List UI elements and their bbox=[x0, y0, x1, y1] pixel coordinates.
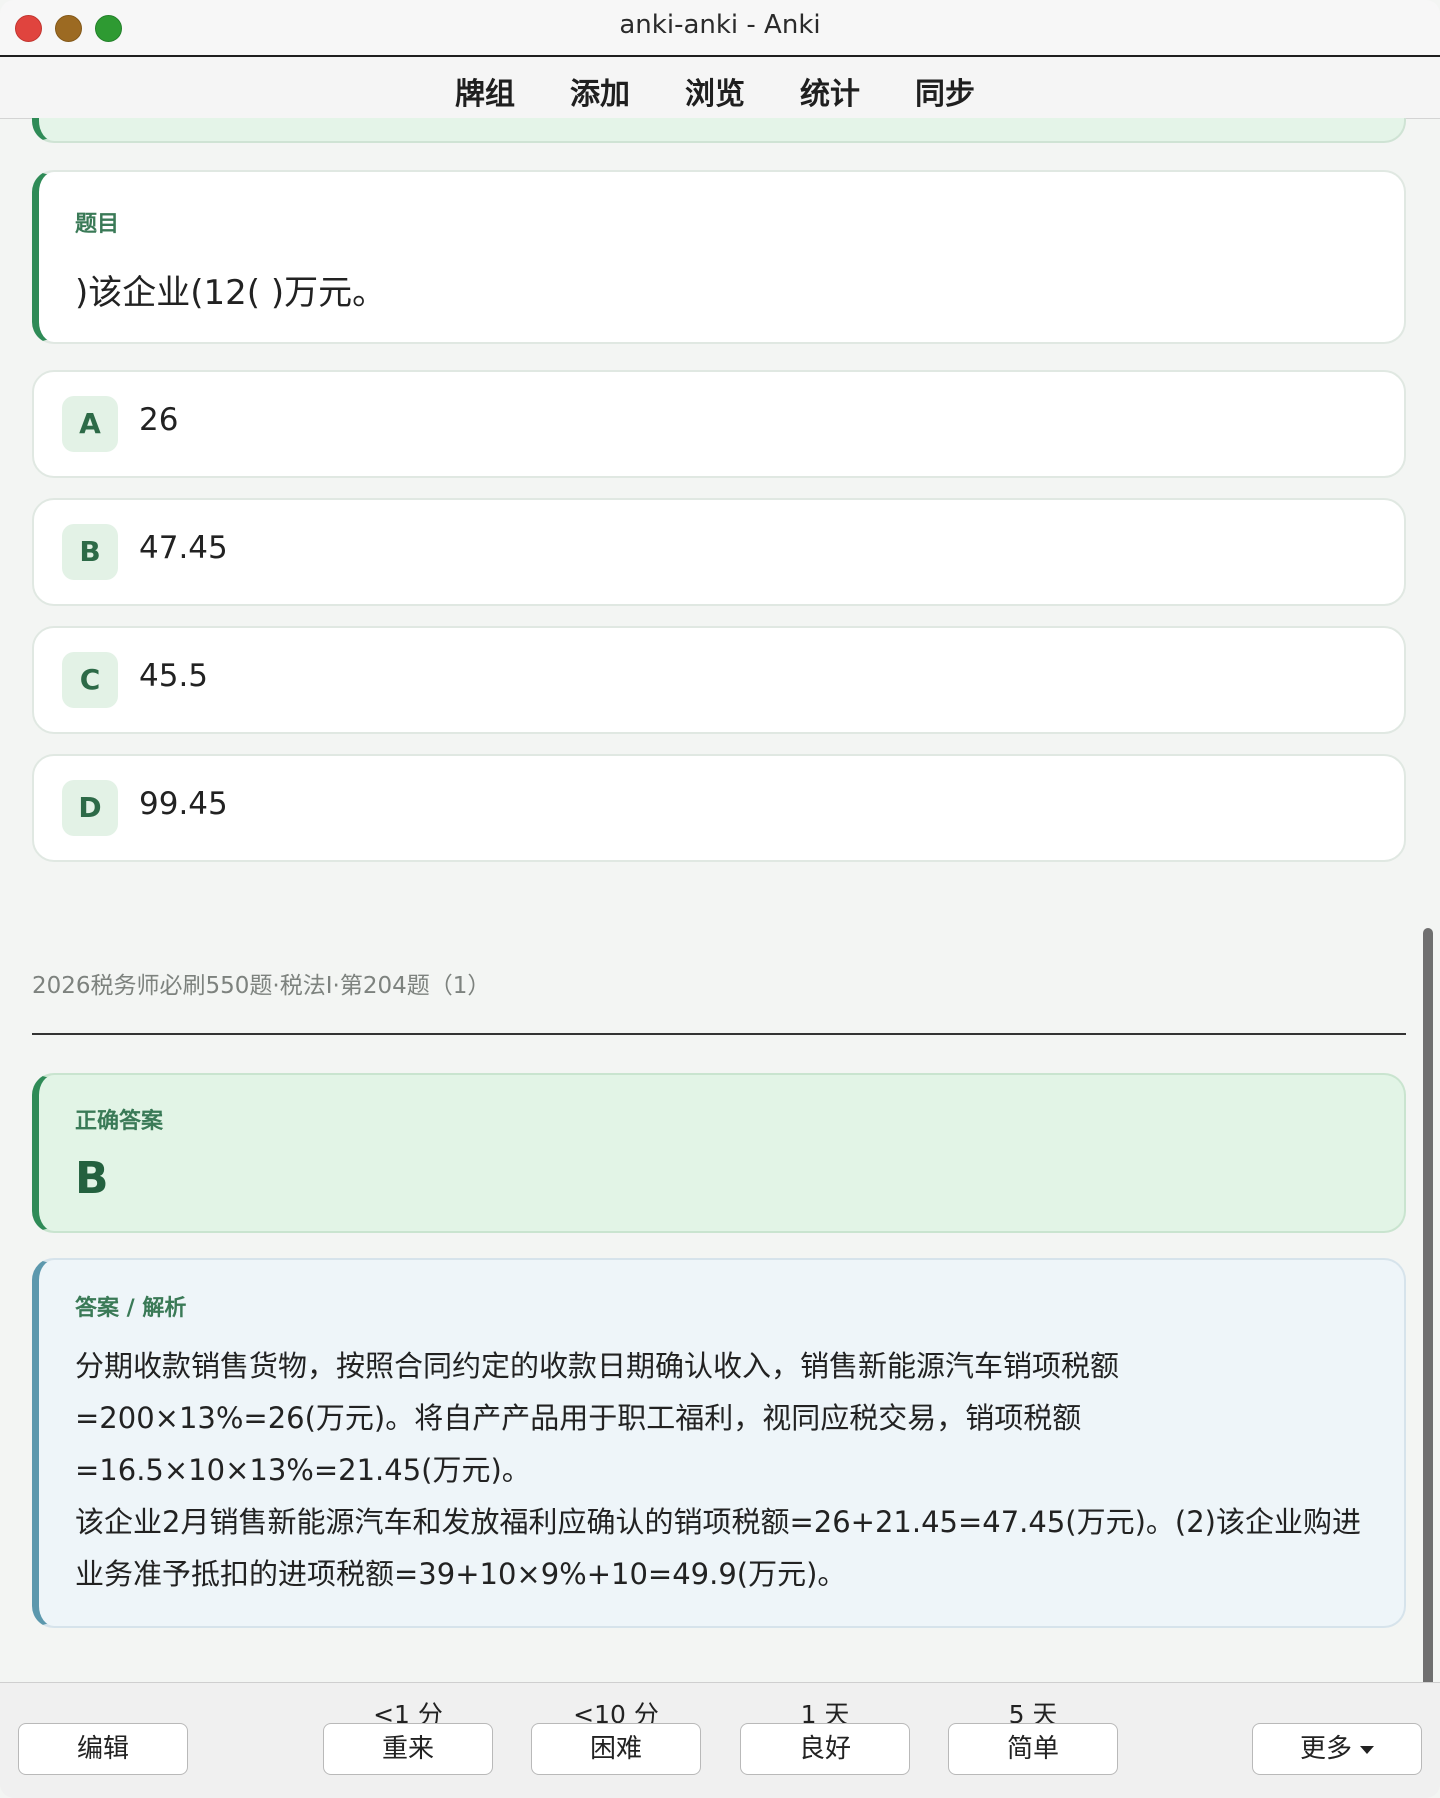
option-a[interactable]: A 26 bbox=[32, 370, 1406, 478]
explanation-card: 答案 / 解析 分期收款销售货物，按照合同约定的收款日期确认收入，销售新能源汽车… bbox=[32, 1258, 1406, 1628]
correct-answer-letter: B bbox=[75, 1153, 109, 1204]
correct-answer-card: 正确答案 B bbox=[32, 1073, 1406, 1233]
toolbar-stats[interactable]: 统计 bbox=[800, 69, 860, 113]
option-b[interactable]: B 47.45 bbox=[32, 498, 1406, 606]
option-value: 99.45 bbox=[139, 786, 228, 822]
again-button[interactable]: 重来 bbox=[323, 1723, 493, 1775]
explanation-line: 业务准予抵扣的进项税额=39+10×9%+10=49.9(万元)。 bbox=[75, 1557, 847, 1591]
card-content[interactable]: 题目 )该企业(12( )万元。 A 26 B 47.45 C 45.5 D 9… bbox=[0, 118, 1440, 1682]
anki-window: anki-anki - Anki 牌组 添加 浏览 统计 同步 题目 )该企业(… bbox=[0, 0, 1440, 1798]
explanation-label: 答案 / 解析 bbox=[75, 1296, 187, 1321]
toolbar-add[interactable]: 添加 bbox=[570, 69, 630, 113]
toolbar-decks[interactable]: 牌组 bbox=[455, 69, 515, 113]
window-title: anki-anki - Anki bbox=[619, 10, 821, 40]
question-source: 2026税务师必刷550题·税法I·第204题（1） bbox=[32, 973, 491, 999]
option-letter-badge: B bbox=[62, 524, 118, 580]
title-bar: anki-anki - Anki bbox=[0, 0, 1440, 57]
option-value: 47.45 bbox=[139, 530, 228, 566]
easy-button[interactable]: 简单 bbox=[948, 1723, 1118, 1775]
option-letter-badge: D bbox=[62, 780, 118, 836]
option-value: 26 bbox=[139, 402, 179, 438]
explanation-line: =200×13%=26(万元)。将自产产品用于职工福利，视同应税交易，销项税额 bbox=[75, 1401, 1082, 1435]
more-button[interactable]: 更多 bbox=[1252, 1723, 1422, 1775]
review-bottom-bar: 编辑 <1 分 重来 <10 分 困难 1 天 良好 5 天 简单 更多 bbox=[0, 1682, 1440, 1798]
option-value: 45.5 bbox=[139, 658, 209, 694]
option-c[interactable]: C 45.5 bbox=[32, 626, 1406, 734]
option-letter-badge: C bbox=[62, 652, 118, 708]
content-scrollbar[interactable] bbox=[1423, 928, 1433, 1682]
hard-button[interactable]: 困难 bbox=[531, 1723, 701, 1775]
more-label: 更多 bbox=[1299, 1734, 1352, 1764]
good-button[interactable]: 良好 bbox=[740, 1723, 910, 1775]
toolbar-browse[interactable]: 浏览 bbox=[685, 69, 745, 113]
answer-divider bbox=[32, 1033, 1406, 1035]
explanation-line: 该企业2月销售新能源汽车和发放福利应确认的销项税额=26+21.45=47.45… bbox=[75, 1505, 1361, 1539]
question-card: 题目 )该企业(12( )万元。 bbox=[32, 170, 1406, 344]
explanation-line: 分期收款销售货物，按照合同约定的收款日期确认收入，销售新能源汽车销项税额 bbox=[75, 1349, 1120, 1383]
explanation-line: =16.5×10×13%=21.45(万元)。 bbox=[75, 1453, 531, 1487]
question-text: )该企业(12( )万元。 bbox=[75, 273, 387, 313]
caret-down-icon bbox=[1360, 1745, 1374, 1754]
previous-section-card bbox=[32, 118, 1406, 143]
question-label: 题目 bbox=[75, 212, 120, 237]
option-letter-badge: A bbox=[62, 396, 118, 452]
correct-answer-label: 正确答案 bbox=[75, 1109, 164, 1134]
explanation-body: 分期收款销售货物，按照合同约定的收款日期确认收入，销售新能源汽车销项税额 =20… bbox=[75, 1340, 1374, 1600]
edit-button[interactable]: 编辑 bbox=[18, 1723, 188, 1775]
main-toolbar: 牌组 添加 浏览 统计 同步 bbox=[0, 57, 1440, 119]
toolbar-sync[interactable]: 同步 bbox=[915, 69, 975, 113]
option-d[interactable]: D 99.45 bbox=[32, 754, 1406, 862]
